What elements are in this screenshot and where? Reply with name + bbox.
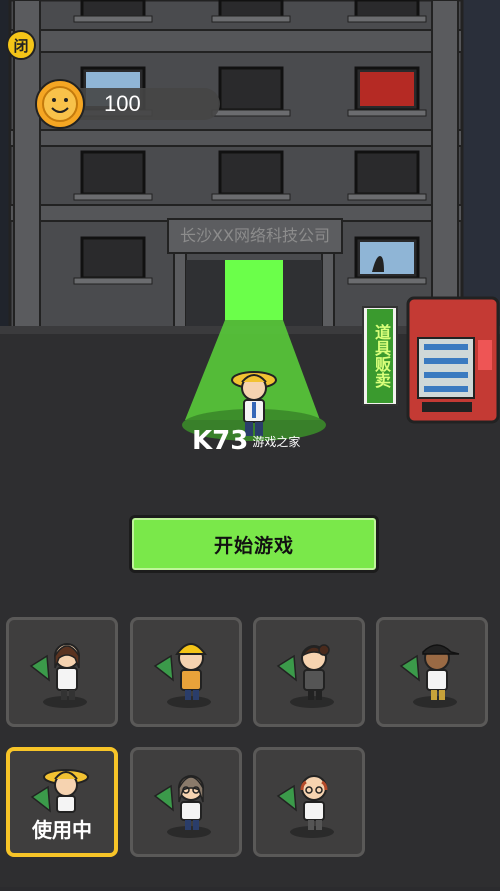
coin-count: 100 [104, 91, 141, 116]
close-button[interactable]: 闭 [6, 30, 36, 60]
character-card-girl-glasses[interactable] [130, 747, 242, 857]
woman-hairbun-icon [276, 644, 334, 708]
coin-counter: 100 [34, 78, 220, 130]
coin-icon [35, 79, 85, 129]
girl-office-icon [29, 643, 87, 708]
vending-shop-sign[interactable]: 道具贩卖 [362, 306, 398, 406]
boy-cap-icon [399, 644, 460, 708]
character-card-construction-worker[interactable] [130, 617, 242, 727]
bald-old-man-icon [276, 775, 334, 838]
watermark-sub: 游戏之家 [252, 435, 301, 449]
in-use-label: 使用中 [32, 818, 92, 842]
girl-glasses-icon [153, 775, 211, 838]
company-sign: 长沙XX网络科技公司 [180, 226, 330, 245]
character-card-boy-cap[interactable] [376, 617, 488, 727]
character-card-woman-hairbun[interactable] [253, 617, 365, 727]
character-card-girl-office[interactable] [6, 617, 118, 727]
watermark: K73 游戏之家 [192, 426, 300, 456]
vending-sign-label: 道具贩卖 [367, 309, 393, 403]
character-card-straw-hat-boy[interactable]: 使用中 [6, 747, 118, 857]
watermark-text: K73 [192, 426, 249, 456]
start-game-button[interactable]: 开始游戏 [129, 515, 379, 573]
character-card-bald-old-man[interactable] [253, 747, 365, 857]
coin-bar [64, 88, 220, 120]
construction-worker-icon [153, 643, 211, 708]
